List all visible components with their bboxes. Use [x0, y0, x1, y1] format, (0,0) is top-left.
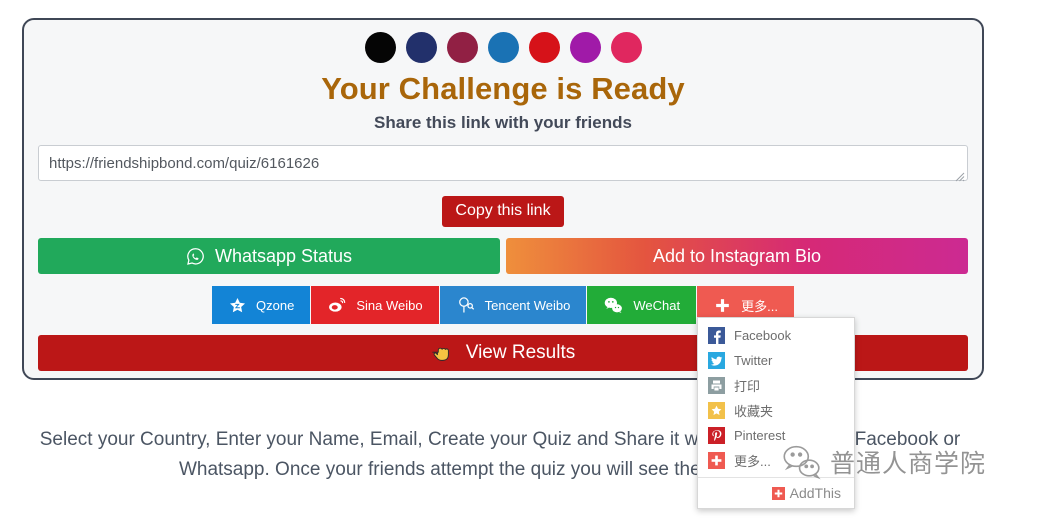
dot-black: [364, 32, 396, 63]
dot-navy: [405, 32, 437, 63]
wechat-icon: [603, 295, 624, 316]
star-icon: [708, 402, 725, 419]
dropdown-item-print[interactable]: 打印: [698, 373, 854, 398]
qzone-star-icon: [228, 296, 247, 315]
share-label-tencent-weibo: Tencent Weibo: [484, 297, 571, 313]
share-label-sina-weibo: Sina Weibo: [356, 297, 423, 313]
color-dots-row: [24, 20, 982, 63]
dot-pink: [610, 32, 642, 63]
quiz-link-container: [38, 145, 968, 186]
quiz-link-input[interactable]: [38, 145, 968, 181]
whatsapp-icon: [186, 247, 205, 266]
whatsapp-status-label: Whatsapp Status: [214, 245, 353, 266]
add-to-instagram-bio-button[interactable]: Add to Instagram Bio: [506, 238, 968, 274]
dropdown-label-twitter: Twitter: [734, 353, 773, 368]
plus-icon: [708, 452, 725, 469]
sina-weibo-icon: [327, 295, 347, 315]
add-to-instagram-bio-label: Add to Instagram Bio: [652, 245, 822, 266]
view-results-label: View Results: [465, 342, 576, 363]
dropdown-item-pinterest[interactable]: Pinterest: [698, 423, 854, 448]
page-subtitle: Share this link with your friends: [374, 113, 632, 132]
dropdown-item-facebook[interactable]: Facebook: [698, 323, 854, 348]
dot-blue: [487, 32, 519, 63]
copy-link-row: Copy this link: [24, 196, 982, 227]
tencent-weibo-icon: [456, 295, 476, 315]
primary-share-row: Whatsapp Status Add to Instagram Bio: [38, 238, 968, 274]
addthis-label: AddThis: [789, 485, 841, 501]
print-icon: [708, 377, 725, 394]
share-button-sina-weibo[interactable]: Sina Weibo: [311, 286, 439, 324]
page-title: Your Challenge is Ready: [321, 71, 685, 106]
addthis-plus-icon: [771, 486, 785, 500]
copy-link-button[interactable]: Copy this link: [442, 196, 564, 227]
share-label-wechat: WeChat: [633, 297, 681, 313]
dropdown-item-twitter[interactable]: Twitter: [698, 348, 854, 373]
dropdown-label-print: 打印: [734, 379, 761, 394]
share-label-qzone: Qzone: [256, 297, 295, 313]
facebook-icon: [708, 327, 725, 344]
addthis-branding[interactable]: AddThis: [698, 477, 854, 508]
pointing-hand-icon: [431, 344, 455, 363]
dropdown-label-more: 更多...: [734, 454, 771, 469]
share-label-more: 更多...: [741, 298, 778, 314]
dropdown-item-favorites[interactable]: 收藏夹: [698, 398, 854, 423]
dropdown-label-pinterest: Pinterest: [734, 428, 786, 443]
dot-purple: [569, 32, 601, 63]
pinterest-icon: [708, 427, 725, 444]
dropdown-label-favorites: 收藏夹: [734, 404, 774, 419]
twitter-icon: [708, 352, 725, 369]
dropdown-item-more[interactable]: 更多...: [698, 448, 854, 473]
plus-icon: [713, 296, 732, 315]
share-button-wechat[interactable]: WeChat: [587, 286, 697, 324]
dropdown-label-facebook: Facebook: [734, 328, 792, 343]
dot-red: [528, 32, 560, 63]
addthis-dropdown-menu[interactable]: Facebook Twitter 打印 收藏夹 Pinterest 更多... …: [697, 317, 855, 509]
whatsapp-status-button[interactable]: Whatsapp Status: [38, 238, 500, 274]
share-button-tencent-weibo[interactable]: Tencent Weibo: [439, 286, 587, 324]
dot-maroon: [446, 32, 478, 63]
share-button-qzone[interactable]: Qzone: [212, 286, 311, 324]
